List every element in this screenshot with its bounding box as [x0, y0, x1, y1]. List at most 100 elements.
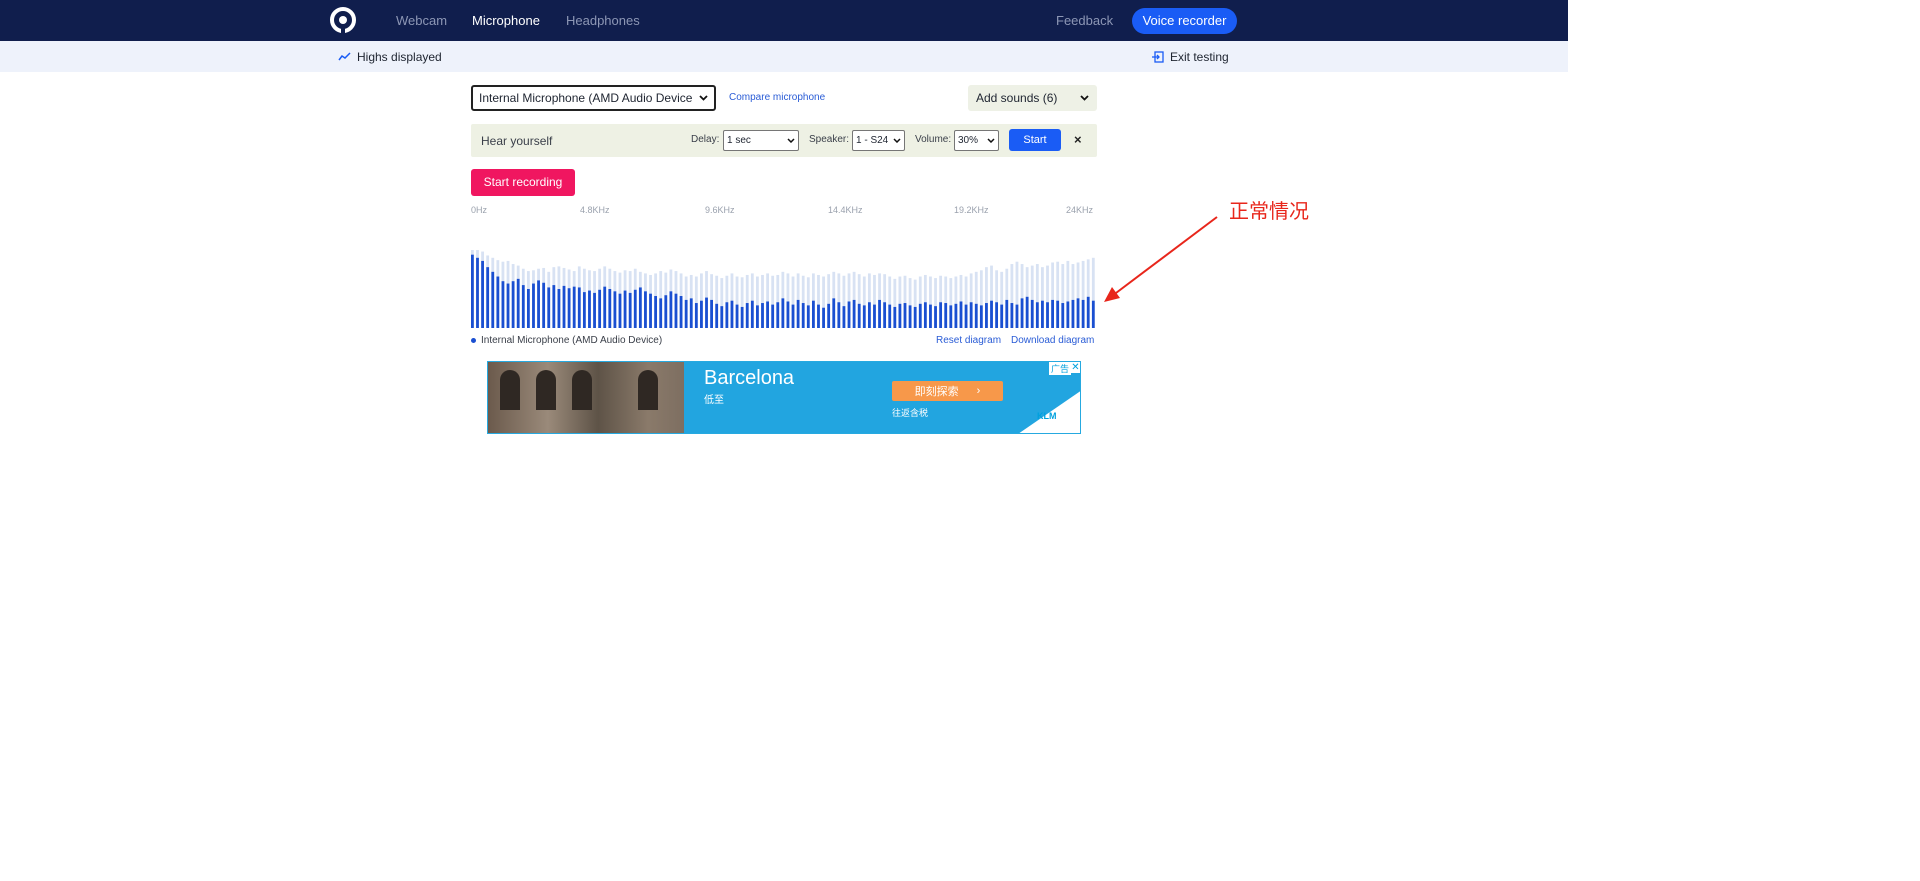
reset-diagram-link[interactable]: Reset diagram — [936, 335, 1001, 346]
spectrum-bar — [735, 304, 739, 328]
close-icon[interactable]: × — [1074, 132, 1082, 147]
spectrum-bar — [1010, 303, 1014, 328]
ad-close-icon[interactable]: ✕ — [1070, 362, 1080, 373]
spectrum-bar — [832, 298, 836, 328]
spectrum-bar — [669, 291, 673, 328]
spectrum-bar — [1000, 304, 1004, 328]
spectrum-bar — [1076, 298, 1080, 328]
spectrum-bar — [817, 304, 820, 328]
spectrum-bar — [801, 303, 805, 328]
compare-microphone-link[interactable]: Compare microphone — [729, 92, 825, 103]
ad-explore-button[interactable]: 即刻探索 › — [892, 381, 1003, 401]
spectrum-bar — [689, 298, 693, 328]
spectrum-bar — [664, 295, 668, 328]
spectrum-bar — [796, 299, 800, 328]
chevron-down-icon — [699, 95, 708, 101]
spectrum-bar — [847, 301, 851, 328]
feedback-link[interactable]: Feedback — [1056, 13, 1113, 28]
spectrum-bar — [582, 292, 586, 328]
voice-recorder-button[interactable]: Voice recorder — [1132, 8, 1237, 34]
tick-label: 19.2KHz — [954, 205, 989, 215]
spectrum-bar — [929, 304, 932, 328]
download-diagram-link[interactable]: Download diagram — [1011, 335, 1094, 346]
add-sounds-select[interactable]: Add sounds (6) — [968, 85, 1097, 111]
tick-label: 24KHz — [1066, 205, 1094, 215]
hear-yourself-panel: Hear yourself Delay: 1 sec Speaker: 1 - … — [471, 124, 1097, 157]
exit-testing-label: Exit testing — [1170, 50, 1229, 64]
chevron-down-icon — [987, 138, 995, 143]
spectrum-bar — [628, 292, 632, 328]
spectrum-bar — [603, 286, 607, 328]
highs-displayed-toggle[interactable]: Highs displayed — [338, 50, 442, 64]
spectrum-bar — [761, 303, 764, 328]
ad-tax-note: 往返含税 — [892, 408, 929, 418]
spectrum-bar — [1086, 296, 1090, 328]
spectrum-bar — [476, 257, 479, 328]
spectrum-bar — [694, 303, 698, 328]
spectrum-bar — [1056, 300, 1060, 328]
spectrum-bar — [654, 296, 658, 328]
spectrum-bar — [567, 288, 571, 328]
spectrum-bar — [644, 291, 647, 328]
spectrum-bar — [827, 303, 831, 328]
microphone-select[interactable]: Internal Microphone (AMD Audio Device — [471, 85, 716, 111]
annotation-arrow-icon — [1104, 216, 1218, 302]
add-sounds-label: Add sounds (6) — [976, 91, 1058, 105]
spectrum-bar — [776, 302, 780, 328]
chevron-right-icon: › — [976, 385, 981, 397]
spectrum-bar — [1030, 299, 1034, 328]
nav-webcam[interactable]: Webcam — [396, 13, 447, 28]
spectrum-bar — [598, 289, 602, 328]
spectrum-bar — [557, 289, 561, 328]
spectrum-bar — [1066, 301, 1070, 328]
spectrum-bar — [862, 305, 866, 328]
spectrum-bar — [745, 303, 749, 328]
spectrum-bar — [511, 281, 515, 328]
volume-select[interactable]: 30% — [954, 130, 999, 151]
line-chart-icon — [338, 52, 351, 61]
tick-label: 0Hz — [471, 205, 488, 215]
spectrum-bar — [1035, 302, 1039, 328]
chevron-down-icon — [893, 138, 901, 143]
spectrum-bar — [516, 278, 520, 328]
ad-photo — [488, 362, 688, 433]
spectrum-bar — [526, 289, 530, 328]
nav-microphone[interactable]: Microphone — [472, 13, 540, 28]
spectrum-bar — [684, 299, 688, 328]
spectrum-bar — [990, 300, 993, 328]
start-recording-button[interactable]: Start recording — [471, 169, 575, 196]
spectrum-bar — [1020, 298, 1024, 328]
delay-select[interactable]: 1 sec — [723, 130, 799, 151]
start-button[interactable]: Start — [1009, 129, 1061, 151]
spectrum-bar — [577, 287, 581, 328]
exit-testing-button[interactable]: Exit testing — [1152, 50, 1229, 64]
speaker-label: Speaker: — [809, 134, 850, 145]
ad-tag: 广告 — [1049, 362, 1072, 375]
spectrum-bar — [1081, 299, 1085, 328]
spectrum-bar — [873, 304, 876, 328]
spectrum-bar — [562, 285, 566, 328]
spectrum-bar — [633, 289, 637, 328]
volume-value: 30% — [958, 135, 979, 146]
top-navbar: Webcam Microphone Headphones Feedback Vo… — [0, 0, 1568, 41]
spectrum-bar — [842, 306, 846, 328]
ad-low-price: 低至 — [704, 395, 724, 406]
spectrum-bar — [878, 299, 881, 328]
sub-toolbar: Highs displayed Exit testing — [0, 41, 1568, 72]
legend-swatch — [471, 338, 476, 343]
spectrum-bar — [893, 306, 897, 328]
spectrum-bar — [506, 283, 510, 328]
spectrum-bar — [720, 306, 724, 328]
logo-icon[interactable] — [330, 7, 356, 35]
speaker-select[interactable]: 1 - S24 — [852, 130, 905, 151]
spectrum-bar — [1091, 300, 1095, 328]
advertisement-banner[interactable]: Barcelona 低至 即刻探索 › 往返含税 KLM 广告 ✕ — [487, 361, 1081, 434]
nav-headphones[interactable]: Headphones — [566, 13, 640, 28]
spectrum-bar — [811, 300, 815, 328]
spectrum-bar — [974, 303, 978, 328]
spectrum-bar — [939, 302, 943, 328]
spectrum-bar — [923, 302, 927, 328]
spectrum-bar — [623, 290, 627, 328]
legend: Internal Microphone (AMD Audio Device) — [471, 335, 662, 346]
spectrum-bar — [867, 302, 871, 328]
